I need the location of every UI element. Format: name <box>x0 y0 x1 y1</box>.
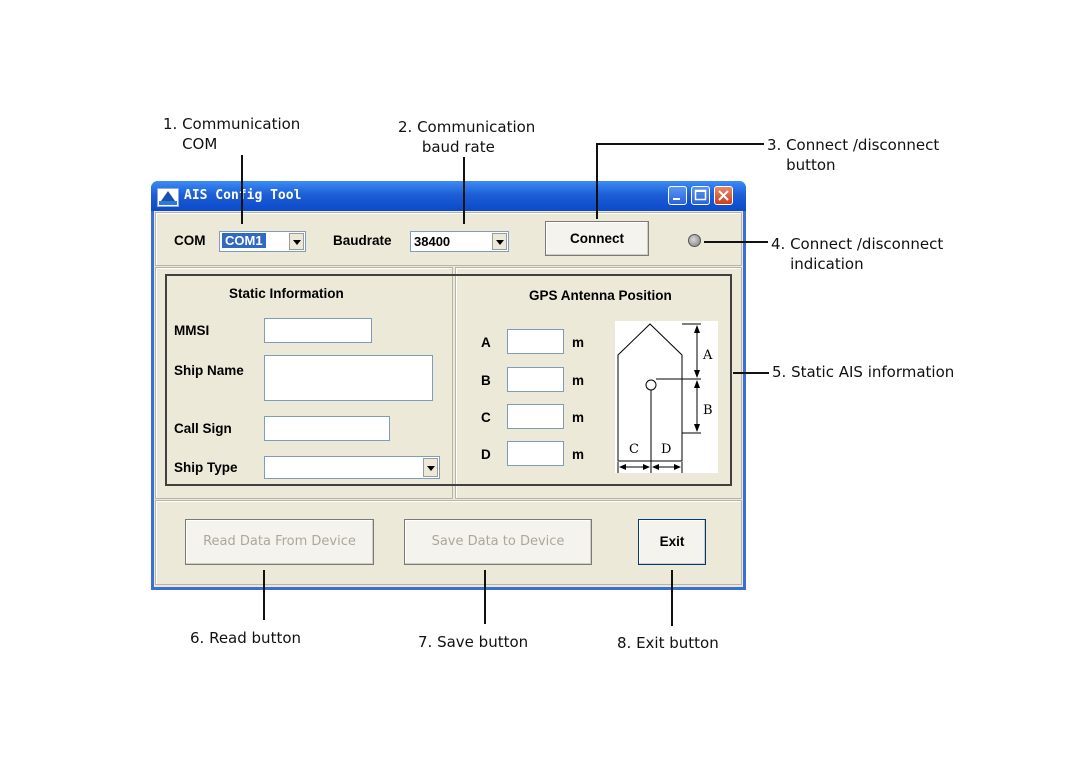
ship-type-select[interactable] <box>264 456 440 479</box>
close-icon <box>718 190 729 201</box>
ship-name-input[interactable] <box>264 355 433 401</box>
diagram-label-d: D <box>661 442 672 457</box>
callout-static-info: 5. Static AIS information <box>772 363 955 381</box>
callout-exit: 8. Exit button <box>617 634 719 652</box>
com-dropdown-button[interactable] <box>289 233 304 250</box>
close-button[interactable] <box>714 186 733 205</box>
ship-name-label: Ship Name <box>174 363 244 378</box>
callout-line-indication <box>704 241 768 243</box>
call-sign-input[interactable] <box>264 416 390 441</box>
read-data-button[interactable]: Read Data From Device <box>185 519 374 565</box>
baudrate-dropdown-button[interactable] <box>492 233 507 250</box>
callout-line-read <box>263 570 265 620</box>
mmsi-input[interactable] <box>264 318 372 343</box>
baudrate-label: Baudrate <box>333 233 392 248</box>
gps-b-label: B <box>481 373 491 388</box>
callout-line-save <box>484 570 486 624</box>
callout-connect-indication: 4. Connect /disconnect indication <box>771 235 944 273</box>
maximize-button[interactable] <box>691 186 710 205</box>
call-sign-label: Call Sign <box>174 421 232 436</box>
chevron-down-icon <box>427 466 435 471</box>
exit-button[interactable]: Exit <box>638 519 706 565</box>
callout-baud: 2. Communication baud rate <box>398 118 536 156</box>
maximize-icon <box>694 189 707 201</box>
chevron-down-icon <box>293 240 301 245</box>
baudrate-selected-value: 38400 <box>414 234 451 249</box>
mmsi-label: MMSI <box>174 323 210 338</box>
window-client-area: COM COM1 Baudrate 38400 Connect Static I… <box>154 211 743 587</box>
antenna-position-diagram: A B C D <box>615 321 718 473</box>
com-label: COM <box>174 233 206 248</box>
minimize-button[interactable] <box>668 186 687 205</box>
ship-type-dropdown-button[interactable] <box>423 458 438 477</box>
gps-a-unit: m <box>572 335 585 350</box>
diagram-label-c: C <box>629 442 639 457</box>
callout-com: 1. Communication COM <box>163 115 301 153</box>
gps-c-input[interactable] <box>507 404 564 429</box>
callout-line-baud <box>463 157 465 224</box>
gps-b-input[interactable] <box>507 367 564 392</box>
gps-d-unit: m <box>572 447 585 462</box>
chevron-down-icon <box>496 240 504 245</box>
baudrate-select[interactable]: 38400 <box>410 231 509 252</box>
connection-indicator-icon <box>688 234 701 247</box>
gps-d-input[interactable] <box>507 441 564 466</box>
com-selected-value: COM1 <box>222 233 266 248</box>
callout-line-static <box>733 372 769 374</box>
gps-d-label: D <box>481 447 491 462</box>
save-data-button[interactable]: Save Data to Device <box>404 519 592 565</box>
gps-title: GPS Antenna Position <box>529 288 672 303</box>
gps-c-label: C <box>481 410 491 425</box>
com-select[interactable]: COM1 <box>219 231 306 252</box>
ais-config-window: AIS Config Tool COM COM1 Baudrate 38400 … <box>151 181 746 590</box>
callout-line-connect <box>596 143 598 219</box>
static-info-title: Static Information <box>229 286 344 301</box>
callout-line-com <box>241 155 243 224</box>
callout-line-connect-h <box>596 143 764 145</box>
gps-b-unit: m <box>572 373 585 388</box>
gps-c-unit: m <box>572 410 585 425</box>
diagram-label-a: A <box>703 348 713 363</box>
minimize-icon <box>673 198 680 200</box>
gps-a-input[interactable] <box>507 329 564 354</box>
app-logo-icon <box>157 188 179 207</box>
gps-a-label: A <box>481 335 491 350</box>
callout-line-exit <box>671 570 673 626</box>
ship-type-label: Ship Type <box>174 460 238 475</box>
diagram-label-b: B <box>703 403 713 418</box>
callout-read: 6. Read button <box>190 629 302 647</box>
callout-connect-button: 3. Connect /disconnect button <box>767 136 940 174</box>
callout-save: 7. Save button <box>418 633 529 651</box>
connect-button[interactable]: Connect <box>545 221 649 256</box>
